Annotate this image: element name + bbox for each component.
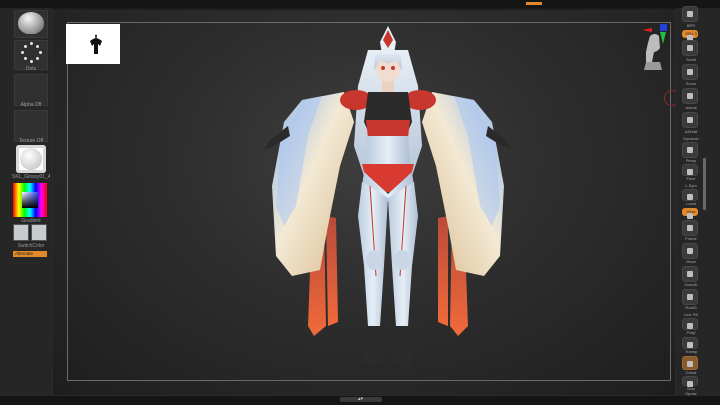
scroll-button[interactable]: [682, 40, 698, 56]
ghost-button[interactable]: [682, 356, 698, 370]
navigator-silhouette-icon: [90, 34, 102, 54]
alternate-button[interactable]: Alternate: [13, 251, 47, 257]
material-label: SKL_Glossy01_4J4: [12, 174, 50, 180]
bpr-label: BPR: [686, 23, 696, 28]
spix-label: SPix 3: [685, 31, 697, 36]
linefill-label[interactable]: Line Fill: [680, 312, 702, 317]
top-accent-marker: [526, 2, 542, 5]
persp-button[interactable]: [682, 142, 698, 158]
right-shelf-scrollbar[interactable]: [703, 158, 706, 210]
color-picker-sv-square[interactable]: [22, 192, 38, 208]
zoomd-label: ZoomD: [684, 282, 698, 287]
stroke-label: Dots: [25, 66, 37, 72]
scroll-label: Scroll: [685, 57, 696, 62]
lsym-label[interactable]: L.Sym: [680, 183, 702, 188]
gxyz-label: Gxyz: [686, 209, 696, 214]
frame-button[interactable]: [682, 220, 698, 236]
local-label: Local: [686, 201, 696, 206]
character-model[interactable]: [262, 26, 514, 382]
move-label: Move: [686, 259, 696, 264]
zoom-label: Zoom: [685, 81, 697, 86]
chevron-up-down-icon: ▴▾: [358, 396, 364, 402]
material-sphere-icon[interactable]: [16, 145, 46, 173]
orientation-gizmo-icon[interactable]: [640, 22, 670, 72]
zoom-button[interactable]: [682, 64, 698, 80]
alpha-label: Alpha Off: [20, 102, 42, 108]
aahalf-label: AAHalf: [684, 129, 698, 134]
ghost-label: Ghost: [685, 370, 697, 375]
actual-button[interactable]: [682, 88, 698, 104]
brush-label: Move: [24, 30, 38, 36]
polyf-label: Polyf: [686, 330, 696, 335]
local-button[interactable]: [682, 189, 698, 201]
bpr-button[interactable]: [682, 6, 698, 22]
texture-label: Texture Off: [18, 138, 44, 144]
floor-label: Floor: [686, 176, 696, 181]
main-color-swatch[interactable]: [13, 224, 29, 241]
bottom-tray-toggle[interactable]: ▴▾: [340, 397, 382, 402]
rotad-button[interactable]: [682, 289, 698, 305]
polyf-button[interactable]: [682, 318, 698, 330]
floor-button[interactable]: [682, 164, 698, 176]
dynamic-label[interactable]: Dynamic: [680, 136, 702, 141]
actual-label: Actual: [685, 105, 697, 110]
rotad-label: RotaD: [685, 305, 697, 310]
top-menu-bar: [0, 0, 720, 8]
frame-label: Frame: [685, 236, 697, 241]
switch-color-label[interactable]: SwitchColor: [14, 243, 48, 249]
transp-label: Transp: [684, 349, 698, 354]
persp-label: Persp: [685, 158, 697, 163]
move-button[interactable]: [682, 243, 698, 259]
transp-button[interactable]: [682, 337, 698, 349]
solo-button[interactable]: [682, 376, 698, 387]
dots-stroke-icon[interactable]: [20, 42, 42, 64]
aahalf-button[interactable]: [682, 112, 698, 128]
color-picker[interactable]: [13, 183, 47, 217]
secondary-color-swatch[interactable]: [31, 224, 47, 241]
zoomd-button[interactable]: [682, 266, 698, 282]
